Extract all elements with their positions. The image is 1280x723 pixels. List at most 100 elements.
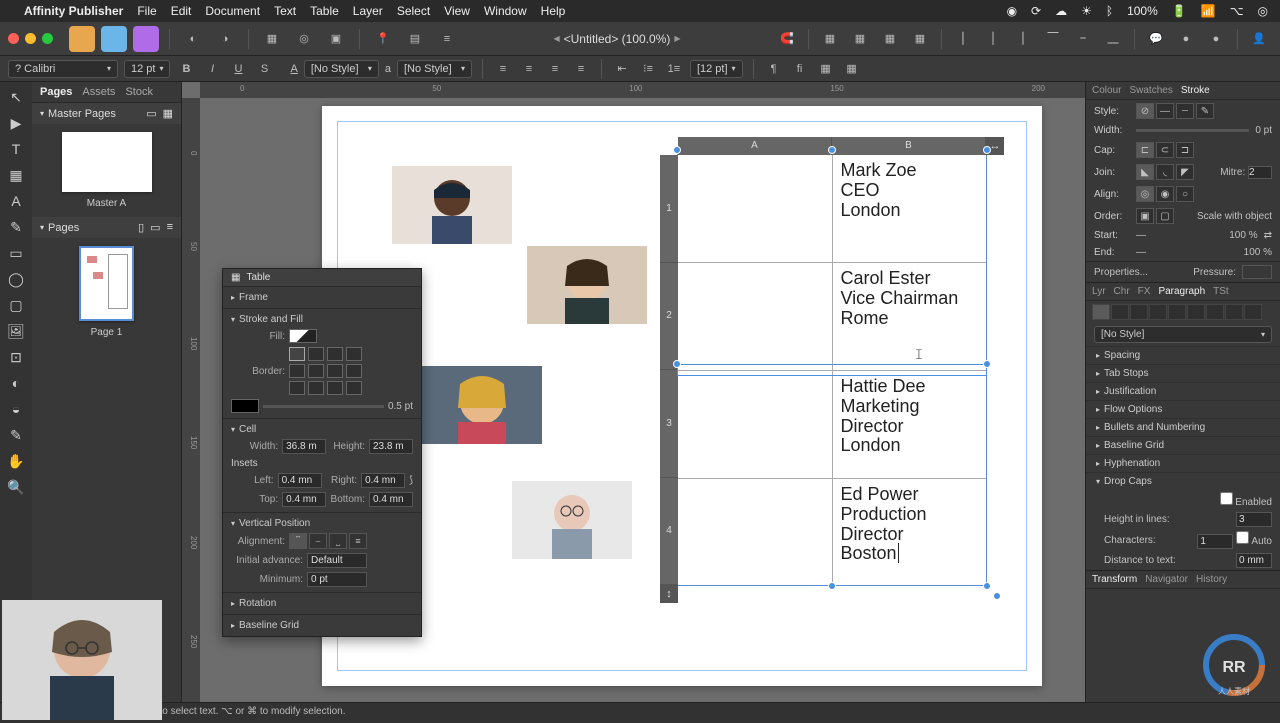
selection-handle[interactable]: [983, 360, 991, 368]
order-front[interactable]: ▢: [1156, 208, 1174, 224]
minimum-input[interactable]: [307, 572, 367, 587]
cell-section[interactable]: ▾Cell: [231, 422, 413, 437]
align-left-icon[interactable]: ⎮: [950, 26, 976, 52]
bold-button[interactable]: B: [176, 60, 196, 78]
inset-right-input[interactable]: [361, 473, 405, 488]
spread-icon[interactable]: ▭: [150, 221, 160, 234]
resource-icon[interactable]: ●: [1203, 26, 1229, 52]
people-table[interactable]: A B 1 2 3 4 ↔ ↕ Mark Zoe CEO London: [677, 154, 987, 586]
tab-pages[interactable]: Pages: [40, 86, 72, 98]
expand-hyphen[interactable]: Hyphenation: [1086, 454, 1280, 472]
siri-icon[interactable]: ◎: [1258, 4, 1268, 18]
page-1-thumbnail[interactable]: [79, 246, 134, 321]
expand-flow[interactable]: Flow Options: [1086, 400, 1280, 418]
align-outside-stroke[interactable]: ○: [1176, 186, 1194, 202]
align-left-text[interactable]: ≡: [493, 60, 513, 78]
menu-window[interactable]: Window: [484, 4, 527, 18]
frame-text-tool-icon[interactable]: T: [7, 140, 25, 158]
font-size[interactable]: 12 pt▾: [124, 60, 170, 78]
battery-icon[interactable]: 🔋: [1172, 4, 1187, 18]
join-round[interactable]: ◟: [1156, 164, 1174, 180]
menu-table[interactable]: Table: [310, 4, 339, 18]
place-image-tool-icon[interactable]: 🖼: [7, 322, 25, 340]
doc-icon[interactable]: ▦: [259, 26, 285, 52]
pin-icon[interactable]: 📍: [370, 26, 396, 52]
stroke-fill-section[interactable]: ▾Stroke and Fill: [231, 312, 413, 327]
cell-width-input[interactable]: [282, 439, 326, 454]
minimize-window[interactable]: [25, 33, 36, 44]
join-bevel[interactable]: ◣: [1136, 164, 1154, 180]
pen-tool-icon[interactable]: ✎: [7, 218, 25, 236]
tab-fx[interactable]: FX: [1138, 286, 1151, 297]
align-right-text[interactable]: ≡: [545, 60, 565, 78]
inset-bottom-input[interactable]: [369, 492, 413, 507]
expand-tabstops[interactable]: Tab Stops: [1086, 364, 1280, 382]
selection-handle[interactable]: [828, 582, 836, 590]
font-family[interactable]: ? Calibri▾: [8, 60, 118, 78]
table-tool-icon[interactable]: ▦: [7, 166, 25, 184]
fill-swatch[interactable]: [289, 329, 317, 343]
tab-character[interactable]: Chr: [1114, 286, 1130, 297]
table-row[interactable]: Carol Ester Vice Chairman Rome: [678, 263, 986, 371]
tab-assets[interactable]: Assets: [82, 86, 115, 98]
p-align-right[interactable]: [1130, 304, 1148, 320]
rectangle-tool-icon[interactable]: ▭: [7, 244, 25, 262]
stroke-none-icon[interactable]: ⊘: [1136, 103, 1154, 119]
menu-edit[interactable]: Edit: [171, 4, 192, 18]
stroke-width-slider-right[interactable]: [1136, 129, 1249, 132]
loop-icon[interactable]: ⟳: [1031, 4, 1041, 18]
arrange-back-icon[interactable]: ▦: [907, 26, 933, 52]
dropcaps-height-input[interactable]: [1236, 512, 1272, 527]
dropcaps-dist-input[interactable]: [1236, 553, 1272, 568]
expand-baseline[interactable]: Baseline Grid: [1086, 436, 1280, 454]
selection-handle[interactable]: [983, 146, 991, 154]
menu-file[interactable]: File: [137, 4, 156, 18]
baseline-icon[interactable]: ≡: [434, 26, 460, 52]
tab-navigator[interactable]: Navigator: [1145, 574, 1188, 585]
move-tool-icon[interactable]: ↖: [7, 88, 25, 106]
valign-justify[interactable]: ≡: [349, 533, 367, 549]
pressure-curve[interactable]: [1242, 265, 1272, 279]
border-color-swatch[interactable]: [231, 399, 259, 413]
char-style-icon[interactable]: a: [385, 63, 391, 75]
arrange-front-icon[interactable]: ▦: [817, 26, 843, 52]
valign-top[interactable]: ⎴: [289, 533, 307, 549]
p-align-center[interactable]: [1111, 304, 1129, 320]
p-justify-all[interactable]: [1206, 304, 1224, 320]
col-a[interactable]: A: [678, 137, 832, 155]
cap-butt[interactable]: ⊏: [1136, 142, 1154, 158]
photo-persona[interactable]: [133, 26, 159, 52]
dropcaps-auto[interactable]: Auto: [1236, 536, 1272, 547]
valign-bottom[interactable]: ⎵: [329, 533, 347, 549]
dropcaps-chars-input[interactable]: [1197, 534, 1233, 549]
underline-button[interactable]: U: [228, 60, 248, 78]
leading[interactable]: [12 pt]▾: [690, 60, 743, 78]
align-right-icon[interactable]: ⎮: [1010, 26, 1036, 52]
expand-spacing[interactable]: Spacing: [1086, 346, 1280, 364]
selection-handle[interactable]: [828, 146, 836, 154]
menu-help[interactable]: Help: [541, 4, 566, 18]
master-a-thumbnail[interactable]: [62, 132, 152, 192]
p-justify-center[interactable]: [1168, 304, 1186, 320]
tab-textstyles[interactable]: TSt: [1213, 286, 1229, 297]
snap-icon[interactable]: 🧲: [774, 26, 800, 52]
designer-persona[interactable]: [101, 26, 127, 52]
expand-justification[interactable]: Justification: [1086, 382, 1280, 400]
paragraph-style[interactable]: [No Style]▾: [304, 60, 379, 78]
stroke-properties[interactable]: Properties...: [1094, 267, 1148, 278]
text-color-icon[interactable]: A: [290, 63, 297, 75]
zoom-tool-icon[interactable]: 🔍: [7, 478, 25, 496]
row-2[interactable]: 2: [660, 263, 678, 371]
preview-icon[interactable]: ◐: [180, 26, 206, 52]
view-mode-icon[interactable]: ◑: [212, 26, 238, 52]
menu-document[interactable]: Document: [205, 4, 260, 18]
p-justify-left[interactable]: [1149, 304, 1167, 320]
character-style[interactable]: [No Style]▾: [397, 60, 472, 78]
align-h-center-icon[interactable]: ⎪: [980, 26, 1006, 52]
tab-stroke[interactable]: Stroke: [1181, 85, 1210, 96]
show-paragraph-panel-icon[interactable]: ¶: [764, 60, 784, 78]
arrow-start[interactable]: —: [1136, 230, 1146, 241]
table-row[interactable]: Hattie Dee Marketing Director London: [678, 371, 986, 479]
clip-icon[interactable]: ▣: [323, 26, 349, 52]
panel-menu2-icon[interactable]: ≡: [167, 221, 173, 234]
